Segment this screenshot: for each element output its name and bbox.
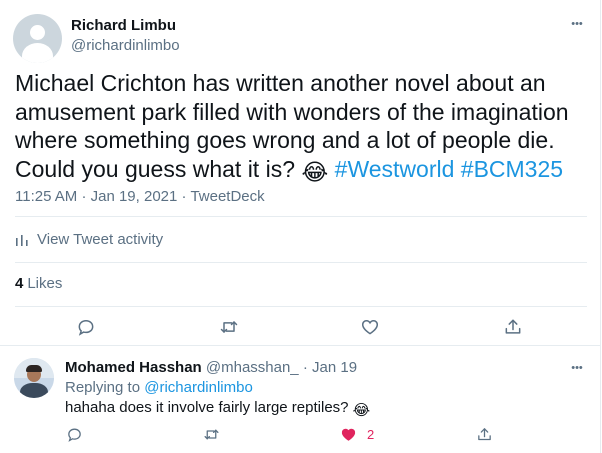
view-tweet-activity-link[interactable]: View Tweet activity bbox=[15, 231, 163, 248]
replying-to-mention[interactable]: @richardinlimbo bbox=[144, 379, 253, 396]
tweet-date[interactable]: Jan 19, 2021 bbox=[91, 188, 178, 205]
retweet-button[interactable] bbox=[218, 316, 240, 338]
author-name[interactable]: Richard Limbu bbox=[71, 17, 176, 34]
reply-author-name[interactable]: Mohamed Hasshan bbox=[65, 359, 202, 376]
tweet-meta: 11:25 AM · Jan 19, 2021 · TweetDeck bbox=[15, 188, 265, 205]
share-button[interactable] bbox=[502, 316, 524, 338]
activity-label: View Tweet activity bbox=[37, 231, 164, 248]
avatar-body-shape bbox=[22, 43, 53, 63]
like-icon bbox=[341, 428, 356, 441]
avatar-photo-shirt bbox=[20, 383, 48, 398]
avatar-head-shape bbox=[30, 25, 45, 40]
reply-like-count: 2 bbox=[367, 426, 375, 442]
hashtag-westworld[interactable]: #Westworld bbox=[335, 156, 455, 182]
likes-count: 4 bbox=[15, 275, 24, 292]
replying-to: Replying to @richardinlimbo bbox=[65, 379, 253, 396]
bar-chart-icon bbox=[16, 234, 28, 246]
retweet-icon bbox=[220, 321, 238, 333]
likes-stat[interactable]: 4 Likes bbox=[15, 275, 62, 292]
share-icon bbox=[505, 319, 521, 334]
reply-body: hahaha does it involve fairly large rept… bbox=[65, 399, 349, 416]
reply-retweet-button[interactable] bbox=[203, 425, 220, 443]
reply-share-button[interactable] bbox=[476, 425, 493, 443]
reply-author-handle[interactable]: @mhasshan_ bbox=[206, 359, 299, 376]
likes-label: Likes bbox=[27, 275, 63, 292]
reply-like-button[interactable]: 2 bbox=[340, 425, 374, 443]
divider bbox=[15, 216, 587, 217]
hashtag-bcm325[interactable]: #BCM325 bbox=[461, 156, 563, 182]
meta-separator: · bbox=[181, 188, 187, 205]
reply-text: hahaha does it involve fairly large rept… bbox=[65, 399, 370, 419]
reply-tweet[interactable]: Mohamed Hasshan @mhasshan_ · Jan 19 ••• … bbox=[0, 346, 601, 453]
like-button[interactable] bbox=[359, 316, 381, 338]
tweet-source[interactable]: TweetDeck bbox=[190, 188, 264, 205]
replying-to-label: Replying to bbox=[65, 379, 141, 396]
author-handle[interactable]: @richardinlimbo bbox=[71, 37, 180, 54]
more-horizontal-icon[interactable]: ••• bbox=[567, 360, 587, 376]
tears-of-joy-emoji: 😂 bbox=[301, 158, 329, 185]
reply-icon bbox=[78, 319, 94, 336]
retweet-icon bbox=[204, 429, 219, 439]
divider bbox=[15, 262, 587, 263]
tweet-time[interactable]: 11:25 AM bbox=[15, 188, 77, 205]
tweet-text: Michael Crichton has written another nov… bbox=[15, 69, 587, 186]
tears-of-joy-emoji: 😂 bbox=[352, 402, 371, 419]
meta-separator: · bbox=[81, 188, 87, 205]
avatar-photo-hair bbox=[26, 365, 42, 372]
reply-separator: · bbox=[302, 359, 308, 376]
more-horizontal-icon[interactable]: ••• bbox=[567, 16, 587, 32]
share-icon bbox=[478, 427, 491, 440]
reply-button[interactable] bbox=[75, 316, 97, 338]
main-tweet: Richard Limbu @richardinlimbo ••• Michae… bbox=[0, 0, 601, 345]
default-avatar[interactable] bbox=[13, 14, 62, 63]
reply-reply-button[interactable] bbox=[66, 425, 83, 443]
reply-header: Mohamed Hasshan @mhasshan_ · Jan 19 bbox=[65, 359, 357, 376]
reply-avatar[interactable] bbox=[14, 358, 54, 398]
divider bbox=[15, 306, 587, 307]
reply-date[interactable]: Jan 19 bbox=[312, 359, 357, 376]
like-icon bbox=[361, 319, 379, 335]
reply-icon bbox=[68, 428, 81, 442]
